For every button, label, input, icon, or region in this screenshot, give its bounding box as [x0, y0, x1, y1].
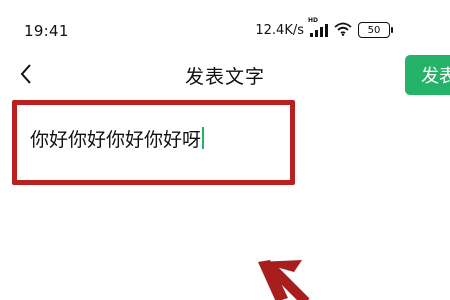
status-time: 19:41: [24, 22, 69, 40]
wifi-icon: [334, 21, 352, 40]
status-indicators: 12.4K/s HD 50: [255, 17, 393, 40]
status-bar: 19:41 12.4K/s HD 50: [0, 0, 450, 40]
text-input[interactable]: 你好你好你好你好呀: [30, 124, 290, 152]
annotation-arrow: [258, 260, 310, 300]
battery-icon: 50: [358, 22, 393, 38]
publish-button[interactable]: 发表: [405, 55, 450, 95]
phone-screen: 19:41 12.4K/s HD 50 发表文字 发表 你好你好你好你好呀: [0, 0, 450, 300]
signal-icon: HD: [308, 17, 328, 37]
page-title: 发表文字: [184, 66, 265, 88]
text-input-value: 你好你好你好你好呀: [30, 128, 202, 151]
hd-label: HD: [308, 17, 319, 24]
text-cursor: [202, 127, 205, 149]
network-speed: 12.4K/s: [255, 22, 304, 38]
battery-level: 50: [367, 24, 381, 36]
